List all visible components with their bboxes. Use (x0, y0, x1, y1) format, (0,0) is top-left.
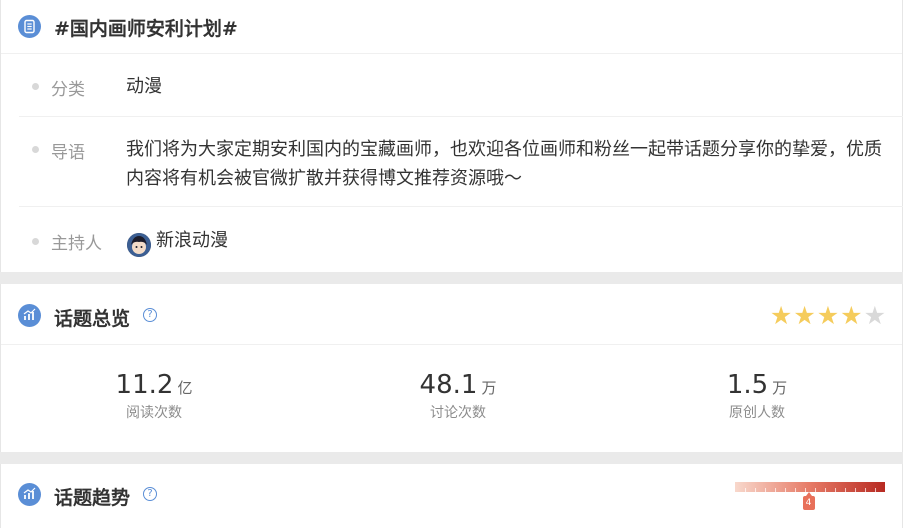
host-avatar[interactable] (127, 233, 151, 257)
star-icon: ★ (793, 301, 816, 330)
bullet-dot (32, 146, 39, 153)
stat-originals: 1.5 万 原创人数 (677, 370, 837, 422)
trend-title: 话题趋势 (54, 487, 131, 509)
heat-level-marker: 4 (802, 492, 815, 510)
overview-header: 话题总览 ? ★ ★ ★ ★ ★ (1, 284, 902, 345)
star-icon: ★ (769, 301, 793, 330)
info-row-host: 主持人 新浪动漫 (19, 207, 903, 272)
intro-text: 我们将为大家定期安利国内的宝藏画师，也欢迎各位画师和粉丝一起带话题分享你的挚爱，… (126, 139, 882, 189)
stat-label: 阅读次数 (126, 405, 182, 421)
rating-stars: ★ ★ ★ ★ ★ (770, 303, 886, 328)
chart-icon (18, 304, 41, 327)
stat-label: 原创人数 (729, 405, 785, 421)
topic-title[interactable]: #国内画师安利计划# (54, 14, 238, 41)
topic-info-card: #国内画师安利计划# 分类 动漫 导语 我们将为大家定期安利国内的宝藏画师，也欢… (0, 0, 903, 272)
trend-card: 话题趋势 ? 4 (0, 464, 903, 528)
star-icon: ★ (816, 301, 840, 330)
topic-header: #国内画师安利计划# (1, 0, 902, 54)
overview-card: 话题总览 ? ★ ★ ★ ★ ★ 11.2 亿 阅读次数 48.1 万 讨论次数 1… (0, 284, 903, 452)
stat-value: 11.2 (115, 370, 174, 400)
stat-unit: 亿 (177, 379, 193, 397)
star-empty-icon: ★ (863, 301, 886, 330)
bullet-dot (32, 238, 39, 245)
stat-label: 讨论次数 (430, 405, 486, 421)
overview-title: 话题总览 (54, 308, 131, 330)
stat-value: 1.5 (726, 370, 769, 400)
category-value[interactable]: 动漫 (126, 72, 162, 101)
host-label: 主持人 (51, 234, 102, 254)
star-icon: ★ (840, 301, 863, 330)
stat-reads: 11.2 亿 阅读次数 (74, 370, 234, 422)
info-row-intro: 导语 我们将为大家定期安利国内的宝藏画师，也欢迎各位画师和粉丝一起带话题分享你的… (19, 117, 903, 207)
chart-icon (18, 483, 41, 506)
info-row-category: 分类 动漫 (19, 54, 903, 117)
intro-label: 导语 (51, 143, 85, 163)
host-name[interactable]: 新浪动漫 (156, 226, 228, 255)
help-icon[interactable]: ? (143, 487, 157, 501)
bullet-dot (32, 83, 39, 90)
stat-value: 48.1 (419, 370, 478, 400)
help-icon[interactable]: ? (143, 308, 157, 322)
category-label: 分类 (51, 80, 85, 100)
document-icon (18, 15, 41, 38)
stat-unit: 万 (481, 379, 497, 397)
stat-discussions: 48.1 万 讨论次数 (378, 370, 538, 422)
stat-unit: 万 (772, 379, 788, 397)
